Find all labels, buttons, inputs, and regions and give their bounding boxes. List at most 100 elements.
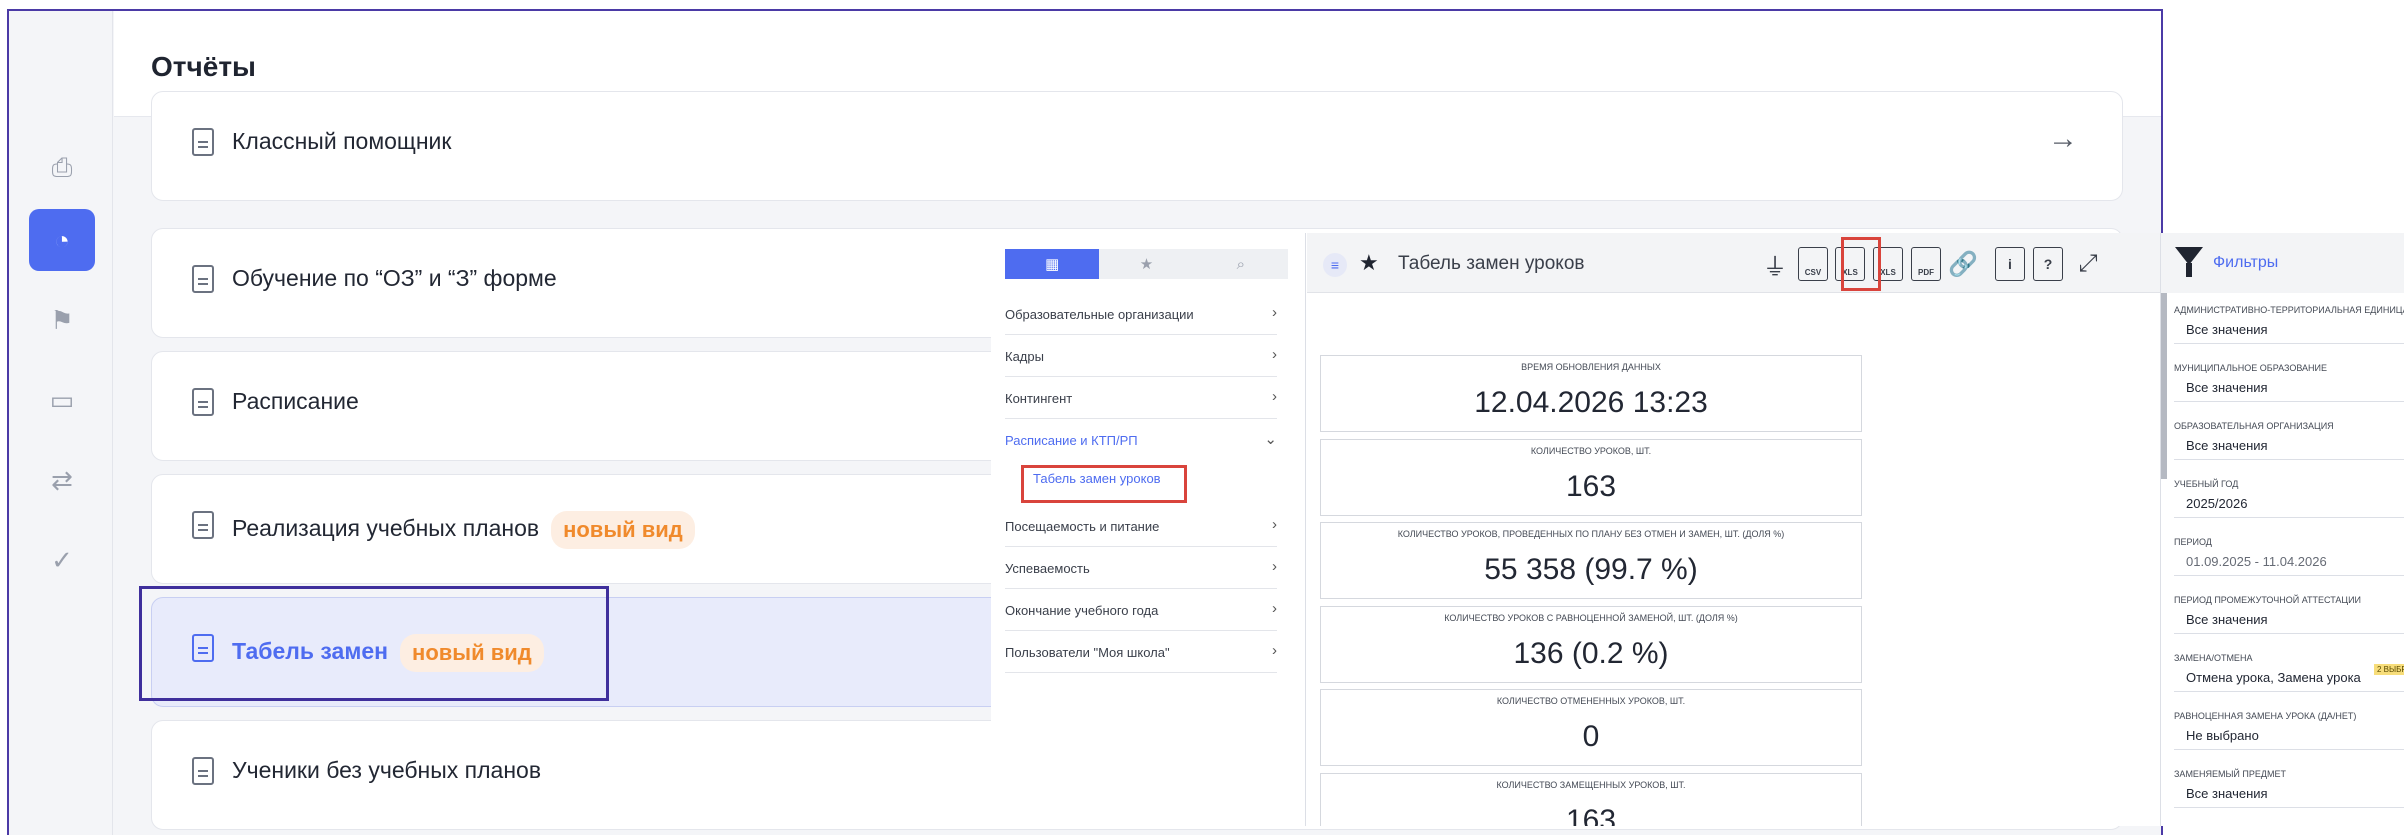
highlight-box	[139, 586, 609, 701]
highlight-box	[1021, 465, 1187, 503]
nav-item-open[interactable]: Расписание и КТП/РП ⌄	[1005, 419, 1277, 461]
highlight-box	[1841, 237, 1881, 291]
swap-icon[interactable]: ⇄	[29, 449, 95, 511]
chevron-right-icon: ›	[1272, 304, 1277, 321]
clipboard-icon[interactable]: ▭	[29, 369, 95, 431]
report-label: Классный помощник	[232, 128, 452, 154]
menu-icon[interactable]: ≡	[1323, 253, 1347, 277]
kpi-value: 12.04.2026 13:23	[1474, 386, 1708, 419]
filter-field[interactable]: Все значения	[2174, 606, 2404, 634]
reports-pie-icon[interactable]: ◔	[29, 209, 95, 271]
scroll-up-icon[interactable]: ▲	[2159, 127, 2161, 138]
grid-tab-icon[interactable]: ▦	[1005, 249, 1100, 279]
nav-item[interactable]: Образовательные организации ›	[1005, 293, 1277, 335]
kpi-card: КОЛИЧЕСТВО ЗАМЕЩЕННЫХ УРОКОВ, ШТ. 163	[1320, 773, 1862, 826]
filter-field[interactable]: 01.09.2025 - 11.04.2026	[2174, 548, 2404, 576]
export-csv-icon[interactable]: CSV	[1798, 247, 1828, 281]
report-label-text: Реализация учебных планов	[232, 515, 540, 542]
nav-item-label: Окончание учебного года	[1005, 603, 1159, 618]
chevron-right-icon: ›	[1272, 600, 1277, 617]
nav-item[interactable]: Успеваемость ›	[1005, 547, 1277, 589]
nav-item[interactable]: Контингент ›	[1005, 377, 1277, 419]
chevron-down-icon: ⌄	[1264, 431, 1277, 448]
nav-item-label: Пользователи "Моя школа"	[1005, 645, 1170, 660]
filters-title: Фильтры	[2213, 254, 2279, 271]
kpi-card: ВРЕМЯ ОБНОВЛЕНИЯ ДАННЫХ 12.04.2026 13:23	[1320, 355, 1862, 432]
filter-field[interactable]: Не выбрано	[2174, 722, 2404, 750]
kpi-caption: КОЛИЧЕСТВО ЗАМЕЩЕННЫХ УРОКОВ, ШТ.	[1496, 780, 1686, 790]
filter-field[interactable]: Все значения	[2174, 780, 2404, 808]
kpi-value: 136 (0.2 %)	[1513, 637, 1669, 670]
filter-label: ПЕРИОД ПРОМЕЖУТОЧНОЙ АТТЕСТАЦИИ	[2174, 595, 2362, 605]
export-pdf-icon[interactable]: PDF	[1911, 247, 1941, 281]
flag-icon[interactable]: ⚑	[29, 289, 95, 351]
nav-item[interactable]: Окончание учебного года ›	[1005, 589, 1277, 631]
document-icon	[192, 388, 214, 416]
favorites-tab-icon[interactable]: ★	[1099, 249, 1193, 279]
chevron-right-icon: ›	[1272, 346, 1277, 363]
link-icon[interactable]: 🔗	[1948, 247, 1978, 281]
kpi-card: КОЛИЧЕСТВО ОТМЕНЕННЫХ УРОКОВ, ШТ. 0	[1320, 689, 1862, 766]
nav-item-label: Кадры	[1005, 349, 1044, 364]
report-label: Ученики без учебных планов	[232, 757, 542, 783]
report-label: Расписание	[232, 388, 359, 414]
filter-label: АДМИНИСТРАТИВНО-ТЕРРИТОРИАЛЬНАЯ ЕДИНИЦА	[2174, 305, 2404, 315]
printer-icon[interactable]: ⎙	[29, 137, 95, 199]
help-icon[interactable]: ?	[2033, 247, 2063, 281]
filter-label: ОБРАЗОВАТЕЛЬНАЯ ОРГАНИЗАЦИЯ	[2174, 421, 2334, 431]
document-icon	[192, 511, 214, 539]
check-circle-icon[interactable]: ✓	[29, 529, 95, 591]
kpi-caption: КОЛИЧЕСТВО УРОКОВ С РАВНОЦЕННОЙ ЗАМЕНОЙ,…	[1444, 613, 1738, 623]
filter-field[interactable]: Отмена урока, Замена урока 2 ВЫБРАНО	[2174, 664, 2404, 692]
arrow-right-icon[interactable]: →	[2048, 122, 2078, 156]
search-tab-icon[interactable]: ⌕	[1194, 249, 1288, 279]
chevron-right-icon: ›	[1272, 642, 1277, 659]
nav-item-label: Успеваемость	[1005, 561, 1090, 576]
chevron-right-icon: ›	[1272, 558, 1277, 575]
nav-item[interactable]: Посещаемость и питание ›	[1005, 505, 1277, 547]
nav-item[interactable]: Пользователи "Моя школа" ›	[1005, 631, 1277, 673]
filters-panel: Фильтры АДМИНИСТРАТИВНО-ТЕРРИТОРИАЛЬНАЯ …	[2160, 233, 2404, 826]
report-toolbar: ≡ ★ Табель замен уроков ⏚ CSV XLS XLS PD…	[1307, 233, 2160, 293]
report-label: Обучение по “ОЗ” и “З” форме	[232, 265, 557, 291]
document-icon	[192, 757, 214, 785]
star-icon[interactable]: ★	[1359, 250, 1379, 276]
page-title: Отчёты	[151, 51, 256, 82]
nav-item-label: Посещаемость и питание	[1005, 519, 1160, 534]
filter-label: МУНИЦИПАЛЬНОЕ ОБРАЗОВАНИЕ	[2174, 363, 2328, 373]
filter-field[interactable]: Все значения	[2174, 374, 2404, 402]
nav-item-label: Образовательные организации	[1005, 307, 1194, 322]
document-icon	[192, 265, 214, 293]
filter-label: ЗАМЕНА/ОТМЕНА	[2174, 653, 2253, 663]
filter-icon	[2175, 247, 2203, 277]
selected-count-badge: 2 ВЫБРАНО	[2374, 664, 2404, 675]
kpi-card: КОЛИЧЕСТВО УРОКОВ, ШТ. 163	[1320, 439, 1862, 516]
info-icon[interactable]: i	[1995, 247, 2025, 281]
filter-label: УЧЕБНЫЙ ГОД	[2174, 479, 2239, 489]
filter-label: ЗАМЕНЯЕМЫЙ ПРЕДМЕТ	[2174, 769, 2286, 779]
chevron-right-icon: ›	[1272, 388, 1277, 405]
filter-field[interactable]: Все значения	[2174, 316, 2404, 344]
filter-field[interactable]: Все значения	[2174, 432, 2404, 460]
clear-filter-icon[interactable]: ⏚	[1760, 247, 1790, 281]
filter-label: ПЕРИОД	[2174, 537, 2212, 547]
new-view-badge: новый вид	[551, 511, 695, 549]
kpi-value: 163	[1565, 470, 1617, 503]
report-viewer: ▦ ★ ⌕ Образовательные организации › Кадры…	[991, 233, 2404, 826]
filter-field[interactable]: 2025/2026	[2174, 490, 2404, 518]
nav-item-label: Расписание и КТП/РП	[1005, 433, 1138, 448]
filters-header: Фильтры	[2161, 233, 2404, 293]
chevron-right-icon: ›	[1272, 516, 1277, 533]
fullscreen-icon[interactable]: ⤢	[2073, 247, 2103, 281]
kpi-card: КОЛИЧЕСТВО УРОКОВ С РАВНОЦЕННОЙ ЗАМЕНОЙ,…	[1320, 606, 1862, 683]
report-card[interactable]: Классный помощник →	[151, 91, 2123, 201]
kpi-caption: КОЛИЧЕСТВО ОТМЕНЕННЫХ УРОКОВ, ШТ.	[1496, 696, 1686, 706]
filter-value: Отмена урока, Замена урока	[2186, 670, 2361, 685]
nav-item-label: Контингент	[1005, 391, 1073, 406]
kpi-caption: КОЛИЧЕСТВО УРОКОВ, ПРОВЕДЕННЫХ ПО ПЛАНУ …	[1397, 529, 1785, 539]
nav-item[interactable]: Кадры ›	[1005, 335, 1277, 377]
sidebar-rail: ⎙ ◔ ⚑ ▭ ⇄ ✓	[9, 11, 113, 835]
kpi-value: 55 358 (99.7 %)	[1484, 553, 1698, 586]
kpi-value: 0	[1582, 720, 1600, 753]
scrollbar[interactable]	[2161, 293, 2167, 479]
